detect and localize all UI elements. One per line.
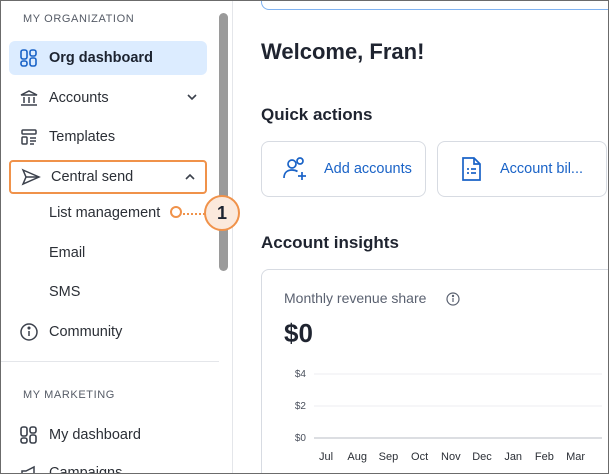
x-tick-label: Sep: [379, 451, 399, 463]
add-accounts-button[interactable]: Add accounts: [261, 141, 426, 197]
sidebar-subitem-email[interactable]: Email: [49, 245, 85, 261]
marketing-section-label: MY MARKETING: [23, 389, 115, 401]
x-tick-label: Nov: [441, 451, 461, 463]
x-tick-label: Jan: [504, 451, 522, 463]
sidebar: MY ORGANIZATION Org dashboard Accounts T…: [1, 1, 233, 473]
revenue-label: Monthly revenue share: [284, 290, 427, 306]
callout-marker: [170, 206, 182, 218]
send-icon: [21, 167, 41, 187]
sidebar-item-label: Central send: [51, 169, 134, 185]
sidebar-item-community[interactable]: Community: [9, 315, 207, 349]
dashboard-icon: [19, 425, 39, 445]
chevron-up-icon[interactable]: [183, 170, 197, 188]
chevron-down-icon[interactable]: [185, 90, 199, 108]
megaphone-icon: [19, 463, 39, 473]
y-tick-label: $0: [295, 433, 307, 444]
x-tick-label: Jul: [319, 451, 333, 463]
info-icon[interactable]: [446, 292, 460, 311]
sidebar-item-org-dashboard[interactable]: Org dashboard: [9, 41, 207, 75]
top-banner-card: [261, 1, 608, 10]
x-tick-label: Aug: [347, 451, 367, 463]
sidebar-item-label: Community: [49, 324, 123, 340]
bank-icon: [19, 88, 39, 108]
page-title: Welcome, Fran!: [261, 39, 425, 64]
account-insights-heading: Account insights: [261, 233, 399, 252]
app-frame: MY ORGANIZATION Org dashboard Accounts T…: [0, 0, 609, 474]
x-tick-label: Mar: [566, 451, 585, 463]
add-user-icon: [280, 154, 310, 184]
revenue-value: $0: [284, 318, 313, 348]
sidebar-item-campaigns[interactable]: Campaigns: [9, 456, 207, 474]
template-icon: [19, 127, 39, 147]
main-content: Welcome, Fran! Quick actions Add account…: [233, 1, 608, 473]
revenue-card: Monthly revenue share $0 $4 $2 $0 Jul Aug Sep…: [261, 269, 608, 473]
sidebar-subitem-list-management[interactable]: List management: [49, 205, 160, 221]
revenue-chart: $4 $2 $0 Jul Aug Sep Oct Nov Dec Jan Feb Mar: [295, 369, 602, 463]
sidebar-item-label: Campaigns: [49, 465, 123, 474]
sidebar-item-my-dashboard[interactable]: My dashboard: [9, 418, 207, 452]
quick-action-label: Account bil...: [500, 161, 584, 177]
dashboard-icon: [19, 48, 39, 68]
sidebar-item-accounts[interactable]: Accounts: [9, 81, 207, 115]
account-billing-button[interactable]: Account bil...: [437, 141, 607, 197]
org-section-label: MY ORGANIZATION: [23, 13, 135, 25]
y-tick-label: $4: [295, 369, 307, 380]
info-circle-icon: [19, 322, 39, 342]
sidebar-item-central-send[interactable]: Central send: [9, 160, 207, 194]
sidebar-subitem-sms[interactable]: SMS: [49, 284, 80, 300]
sidebar-item-label: Org dashboard: [49, 50, 153, 66]
quick-actions-heading: Quick actions: [261, 105, 373, 124]
callout-connector: [179, 213, 205, 215]
sidebar-item-label: Templates: [49, 129, 116, 145]
sidebar-item-label: My dashboard: [49, 427, 141, 443]
quick-action-label: Add accounts: [324, 161, 412, 177]
x-tick-label: Feb: [535, 451, 554, 463]
sidebar-item-label: Accounts: [49, 90, 109, 106]
x-tick-label: Dec: [472, 451, 492, 463]
sidebar-divider: [1, 361, 219, 362]
y-tick-label: $2: [295, 401, 307, 412]
sidebar-scrollbar[interactable]: [219, 13, 228, 271]
document-icon: [456, 154, 486, 184]
x-tick-label: Oct: [411, 451, 428, 463]
sidebar-item-templates[interactable]: Templates: [9, 120, 207, 154]
